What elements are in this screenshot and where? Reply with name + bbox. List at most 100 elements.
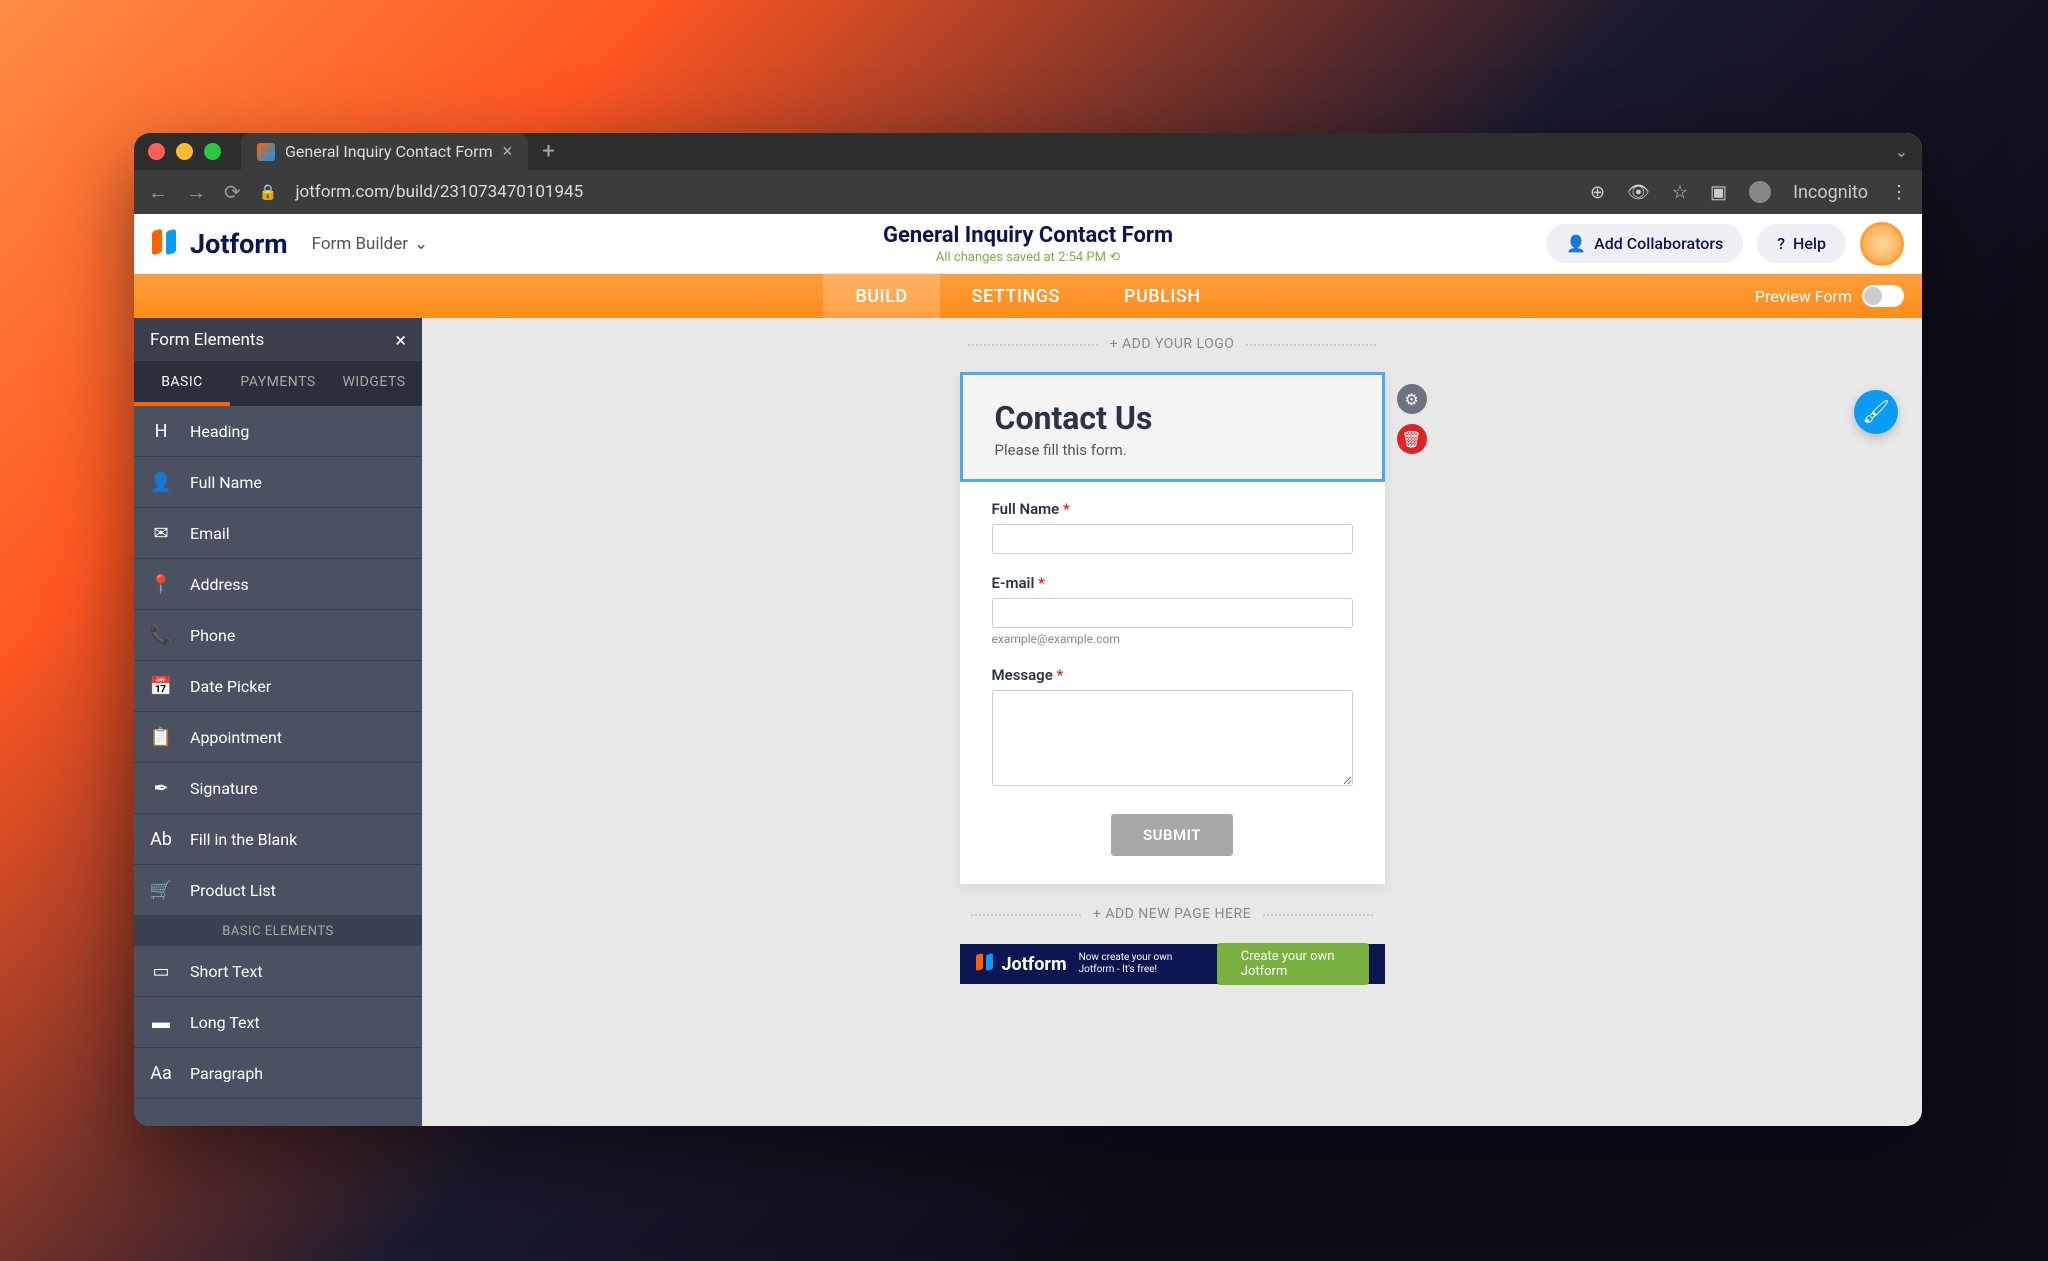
browser-menu-icon[interactable]: ⋮ bbox=[1890, 182, 1908, 203]
search-icon[interactable]: ⊕ bbox=[1590, 182, 1605, 203]
email-input[interactable] bbox=[992, 598, 1353, 628]
add-logo-button[interactable]: + ADD YOUR LOGO bbox=[1110, 336, 1235, 352]
eye-off-icon[interactable]: 👁 bbox=[1627, 182, 1650, 203]
field-email[interactable]: E-mail * example@example.com bbox=[992, 574, 1353, 646]
element-shorttext[interactable]: ▭Short Text bbox=[134, 946, 422, 997]
new-tab-button[interactable]: + bbox=[542, 139, 554, 164]
url-text[interactable]: jotform.com/build/231073470101945 bbox=[295, 182, 583, 202]
promo-banner: Jotform Now create your own Jotform - It… bbox=[960, 944, 1385, 984]
help-icon: ? bbox=[1777, 234, 1785, 253]
gear-icon: ⚙ bbox=[1404, 390, 1418, 409]
element-phone[interactable]: 📞Phone bbox=[134, 610, 422, 661]
element-paragraph[interactable]: AaParagraph bbox=[134, 1048, 422, 1099]
save-status: All changes saved at 2:54 PM ⟲ bbox=[883, 250, 1173, 265]
element-heading[interactable]: HHeading bbox=[134, 406, 422, 457]
settings-button[interactable]: ⚙ bbox=[1397, 384, 1427, 414]
promo-message: Now create your own Jotform - It's free! bbox=[1079, 952, 1205, 976]
heading-icon: H bbox=[150, 420, 172, 442]
page-title[interactable]: General Inquiry Contact Form bbox=[883, 223, 1173, 248]
extensions-icon[interactable]: ▣ bbox=[1710, 182, 1727, 203]
toggle-switch[interactable] bbox=[1862, 285, 1904, 307]
incognito-label: Incognito bbox=[1793, 182, 1868, 203]
form-canvas[interactable]: + ADD YOUR LOGO Contact Us Please fill t… bbox=[422, 318, 1922, 1126]
message-textarea[interactable] bbox=[992, 690, 1353, 786]
form-heading[interactable]: Contact Us bbox=[995, 399, 1350, 437]
sidebar-tab-basic[interactable]: BASIC bbox=[134, 362, 230, 406]
element-longtext[interactable]: ▬Long Text bbox=[134, 997, 422, 1048]
promo-logo: Jotform bbox=[976, 954, 1067, 975]
tab-close-icon[interactable]: × bbox=[503, 141, 513, 162]
clipboard-icon: 📋 bbox=[150, 726, 172, 748]
element-label: Paragraph bbox=[190, 1064, 263, 1083]
sidebar: Form Elements × BASIC PAYMENTS WIDGETS H… bbox=[134, 318, 422, 1126]
traffic-lights bbox=[148, 143, 221, 160]
add-collaborators-button[interactable]: 👤 Add Collaborators bbox=[1546, 224, 1743, 263]
browser-tab[interactable]: General Inquiry Contact Form × bbox=[241, 133, 528, 170]
element-label: Full Name bbox=[190, 473, 262, 492]
trash-icon: 🗑 bbox=[1401, 430, 1421, 449]
fullname-input[interactable] bbox=[992, 524, 1353, 554]
app-header: Jotform Form Builder ⌄ General Inquiry C… bbox=[134, 214, 1922, 274]
workspace: Form Elements × BASIC PAYMENTS WIDGETS H… bbox=[134, 318, 1922, 1126]
close-window-button[interactable] bbox=[148, 143, 165, 160]
person-icon: 👤 bbox=[150, 471, 172, 493]
tab-title: General Inquiry Contact Form bbox=[285, 142, 493, 161]
text-icon: Ab bbox=[150, 828, 172, 850]
close-icon[interactable]: × bbox=[395, 328, 406, 352]
field-message[interactable]: Message * bbox=[992, 666, 1353, 790]
sidebar-tab-widgets[interactable]: WIDGETS bbox=[326, 362, 422, 406]
calendar-icon: 📅 bbox=[150, 675, 172, 697]
logo-mark-icon bbox=[152, 230, 180, 258]
minimize-window-button[interactable] bbox=[176, 143, 193, 160]
incognito-icon bbox=[1749, 181, 1771, 203]
help-button[interactable]: ? Help bbox=[1757, 224, 1846, 263]
bookmark-icon[interactable]: ☆ bbox=[1672, 182, 1688, 203]
tab-settings[interactable]: SETTINGS bbox=[940, 274, 1092, 318]
form-subheading[interactable]: Please fill this form. bbox=[995, 441, 1350, 459]
element-label: Product List bbox=[190, 881, 276, 900]
field-label: Full Name * bbox=[992, 500, 1353, 518]
form-header-block[interactable]: Contact Us Please fill this form. ⚙ 🗑 bbox=[960, 372, 1385, 482]
element-fillblank[interactable]: AbFill in the Blank bbox=[134, 814, 422, 865]
element-appointment[interactable]: 📋Appointment bbox=[134, 712, 422, 763]
element-address[interactable]: 📍Address bbox=[134, 559, 422, 610]
reload-button[interactable]: ⟳ bbox=[224, 180, 241, 204]
delete-button[interactable]: 🗑 bbox=[1397, 424, 1427, 454]
element-fullname[interactable]: 👤 Full Name bbox=[134, 457, 422, 508]
forward-button[interactable]: → bbox=[186, 180, 206, 205]
url-bar: ← → ⟳ 🔒 jotform.com/build/23107347010194… bbox=[134, 170, 1922, 214]
preview-form-toggle[interactable]: Preview Form bbox=[1755, 285, 1904, 307]
lock-icon[interactable]: 🔒 bbox=[259, 183, 278, 201]
add-collab-label: Add Collaborators bbox=[1594, 234, 1723, 253]
maximize-window-button[interactable] bbox=[204, 143, 221, 160]
submit-button[interactable]: SUBMIT bbox=[1111, 814, 1233, 856]
form-body: Full Name * E-mail * example@example.com… bbox=[960, 482, 1385, 884]
add-page-button[interactable]: + ADD NEW PAGE HERE bbox=[1093, 906, 1251, 922]
cart-icon: 🛒 bbox=[150, 879, 172, 901]
field-fullname[interactable]: Full Name * bbox=[992, 500, 1353, 554]
back-button[interactable]: ← bbox=[148, 180, 168, 205]
element-productlist[interactable]: 🛒 Product List bbox=[134, 865, 422, 916]
pin-icon: 📍 bbox=[150, 573, 172, 595]
field-label: Message * bbox=[992, 666, 1353, 684]
form-builder-dropdown[interactable]: Form Builder ⌄ bbox=[312, 234, 429, 254]
tab-list-button[interactable]: ⌄ bbox=[1895, 142, 1908, 161]
logo[interactable]: Jotform bbox=[152, 228, 288, 260]
sidebar-tab-payments[interactable]: PAYMENTS bbox=[230, 362, 326, 406]
main-tabs: BUILD SETTINGS PUBLISH Preview Form bbox=[134, 274, 1922, 318]
element-list[interactable]: HHeading 👤 Full Name ✉Email 📍Address 📞Pho… bbox=[134, 406, 422, 1126]
tab-publish[interactable]: PUBLISH bbox=[1092, 274, 1233, 318]
block-actions: ⚙ 🗑 bbox=[1397, 384, 1427, 454]
sidebar-header: Form Elements × bbox=[134, 318, 422, 362]
element-datepicker[interactable]: 📅 Date Picker bbox=[134, 661, 422, 712]
tab-build[interactable]: BUILD bbox=[823, 274, 939, 318]
field-hint: example@example.com bbox=[992, 632, 1353, 646]
element-label: Email bbox=[190, 524, 230, 543]
element-label: Date Picker bbox=[190, 677, 271, 696]
promo-cta-button[interactable]: Create your own Jotform bbox=[1217, 943, 1369, 985]
element-signature[interactable]: ✒Signature bbox=[134, 763, 422, 814]
form-designer-button[interactable]: 🖌 bbox=[1854, 390, 1898, 434]
element-email[interactable]: ✉Email bbox=[134, 508, 422, 559]
avatar[interactable] bbox=[1860, 222, 1904, 266]
preview-label: Preview Form bbox=[1755, 287, 1852, 306]
